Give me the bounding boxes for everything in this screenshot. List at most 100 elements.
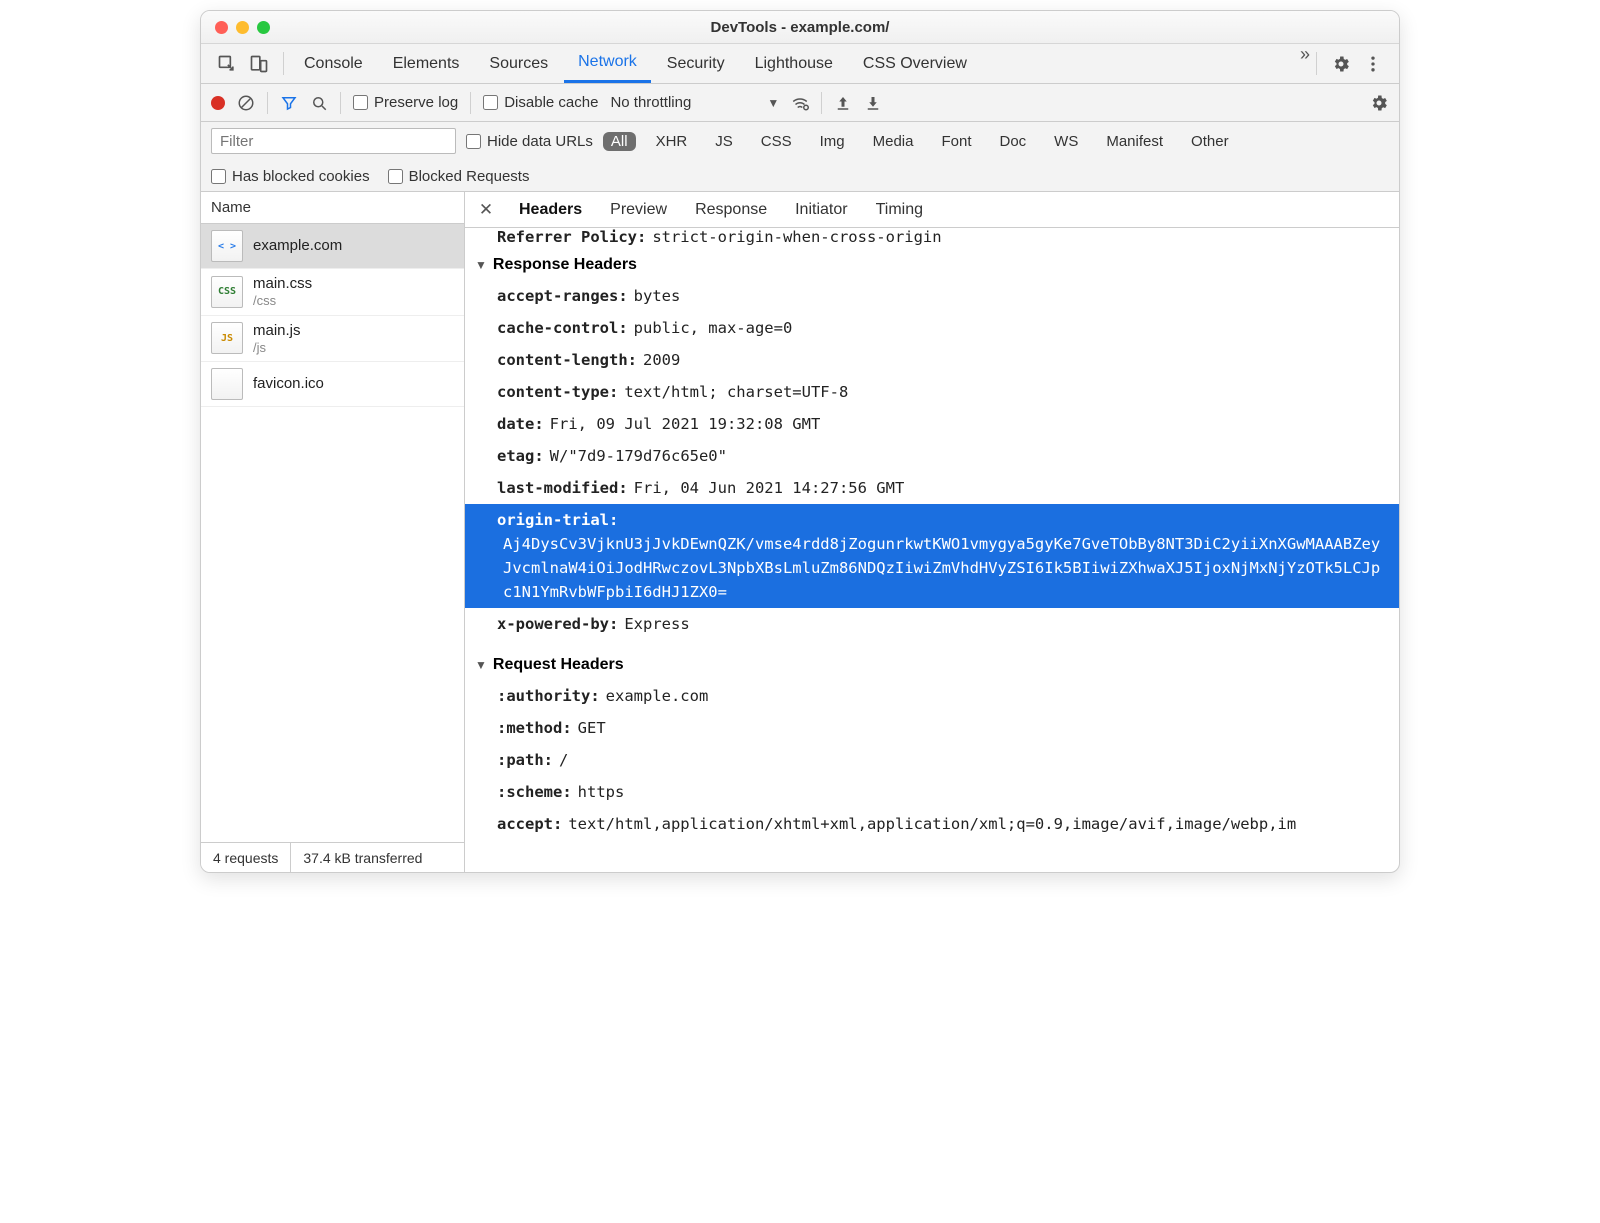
- header-key: :method:: [497, 716, 572, 740]
- settings-gear-icon[interactable]: [1331, 54, 1351, 74]
- record-button[interactable]: [211, 96, 225, 110]
- header-value: /: [559, 748, 568, 772]
- type-filter-manifest[interactable]: Manifest: [1098, 132, 1171, 151]
- devtools-window: DevTools - example.com/ ConsoleElementsS…: [200, 10, 1400, 873]
- header-value: Fri, 04 Jun 2021 14:27:56 GMT: [634, 476, 905, 500]
- header-value: text/html; charset=UTF-8: [624, 380, 848, 404]
- type-filter-js[interactable]: JS: [707, 132, 741, 151]
- panel-tab-css-overview[interactable]: CSS Overview: [849, 44, 981, 83]
- header-value: example.com: [606, 684, 709, 708]
- header-row[interactable]: :path:/: [465, 744, 1399, 776]
- disable-cache-checkbox[interactable]: Disable cache: [483, 94, 598, 111]
- has-blocked-cookies-label: Has blocked cookies: [232, 168, 370, 185]
- request-list: < > example.com CSSmain.css/cssJSmain.js/j…: [201, 224, 464, 842]
- hide-data-urls-checkbox[interactable]: Hide data URLs: [466, 133, 593, 150]
- request-detail-pane: ✕ HeadersPreviewResponseInitiatorTiming …: [465, 192, 1399, 872]
- header-key: content-type:: [497, 380, 618, 404]
- download-har-icon[interactable]: [864, 94, 882, 112]
- detail-tab-preview[interactable]: Preview: [596, 192, 681, 227]
- type-filter-doc[interactable]: Doc: [991, 132, 1034, 151]
- header-row[interactable]: etag:W/"7d9-179d76c65e0": [465, 440, 1399, 472]
- hide-data-urls-label: Hide data URLs: [487, 133, 593, 150]
- request-row[interactable]: JSmain.js/js: [201, 316, 464, 363]
- network-settings-gear-icon[interactable]: [1369, 93, 1389, 113]
- header-row[interactable]: accept:text/html,application/xhtml+xml,a…: [465, 808, 1399, 840]
- header-row: Referrer Policy: strict-origin-when-cros…: [465, 228, 1399, 250]
- window-title: DevTools - example.com/: [201, 19, 1399, 36]
- filter-input[interactable]: [211, 128, 456, 154]
- header-row[interactable]: :method:GET: [465, 712, 1399, 744]
- request-row[interactable]: favicon.ico: [201, 362, 464, 407]
- header-row[interactable]: last-modified:Fri, 04 Jun 2021 14:27:56 …: [465, 472, 1399, 504]
- search-icon[interactable]: [310, 94, 328, 112]
- header-key: etag:: [497, 444, 544, 468]
- device-toolbar-icon[interactable]: [249, 54, 269, 74]
- name-column-header[interactable]: Name: [201, 192, 464, 224]
- blocked-requests-label: Blocked Requests: [409, 168, 530, 185]
- header-row[interactable]: :authority:example.com: [465, 680, 1399, 712]
- close-detail-icon[interactable]: ✕: [469, 192, 503, 227]
- header-row[interactable]: content-length:2009: [465, 344, 1399, 376]
- header-row[interactable]: accept-ranges:bytes: [465, 280, 1399, 312]
- inspect-element-icon[interactable]: [217, 54, 237, 74]
- type-filter-css[interactable]: CSS: [753, 132, 800, 151]
- request-row[interactable]: CSSmain.css/css: [201, 269, 464, 316]
- header-value: W/"7d9-179d76c65e0": [550, 444, 727, 468]
- close-window-button[interactable]: [215, 21, 228, 34]
- filter-funnel-icon[interactable]: [280, 94, 298, 112]
- file-type-icon: CSS: [211, 276, 243, 308]
- panel-tab-console[interactable]: Console: [290, 44, 377, 83]
- panel-tab-elements[interactable]: Elements: [379, 44, 474, 83]
- kebab-menu-icon[interactable]: [1363, 54, 1383, 74]
- header-row[interactable]: :scheme:https: [465, 776, 1399, 808]
- preserve-log-label: Preserve log: [374, 94, 458, 111]
- file-type-icon: < >: [211, 230, 243, 262]
- clear-icon[interactable]: [237, 94, 255, 112]
- has-blocked-cookies-checkbox[interactable]: Has blocked cookies: [211, 168, 370, 185]
- header-row[interactable]: date:Fri, 09 Jul 2021 19:32:08 GMT: [465, 408, 1399, 440]
- minimize-window-button[interactable]: [236, 21, 249, 34]
- throttling-select[interactable]: No throttling ▼: [610, 94, 779, 111]
- header-row[interactable]: cache-control:public, max-age=0: [465, 312, 1399, 344]
- header-row[interactable]: content-type:text/html; charset=UTF-8: [465, 376, 1399, 408]
- panel-tab-security[interactable]: Security: [653, 44, 739, 83]
- request-text: favicon.ico: [253, 375, 324, 393]
- header-key: cache-control:: [497, 316, 628, 340]
- detail-tab-initiator[interactable]: Initiator: [781, 192, 861, 227]
- preserve-log-checkbox[interactable]: Preserve log: [353, 94, 458, 111]
- type-filter-media[interactable]: Media: [865, 132, 922, 151]
- type-filter-ws[interactable]: WS: [1046, 132, 1086, 151]
- type-filter-xhr[interactable]: XHR: [648, 132, 696, 151]
- header-value: Fri, 09 Jul 2021 19:32:08 GMT: [550, 412, 821, 436]
- detail-tab-timing[interactable]: Timing: [862, 192, 937, 227]
- disclosure-triangle-icon: ▼: [475, 658, 487, 672]
- detail-tab-headers[interactable]: Headers: [505, 192, 596, 227]
- header-row[interactable]: x-powered-by:Express: [465, 608, 1399, 640]
- request-headers-section[interactable]: ▼ Request Headers: [465, 650, 1399, 680]
- section-label: Response Headers: [493, 256, 637, 274]
- detail-tab-response[interactable]: Response: [681, 192, 781, 227]
- more-tabs-icon[interactable]: »: [1300, 44, 1310, 83]
- network-conditions-icon[interactable]: [791, 94, 809, 112]
- type-filter-all[interactable]: All: [603, 132, 636, 151]
- panel-tabstrip: ConsoleElementsSourcesNetworkSecurityLig…: [201, 44, 1399, 84]
- request-text: main.js/js: [253, 322, 301, 356]
- type-filter-font[interactable]: Font: [933, 132, 979, 151]
- response-headers-section[interactable]: ▼ Response Headers: [465, 250, 1399, 280]
- network-split-view: Name < > example.com CSSmain.css/cssJSmain…: [201, 192, 1399, 872]
- type-filter-img[interactable]: Img: [812, 132, 853, 151]
- panel-tab-network[interactable]: Network: [564, 44, 651, 83]
- caret-down-icon: ▼: [767, 96, 779, 110]
- upload-har-icon[interactable]: [834, 94, 852, 112]
- maximize-window-button[interactable]: [257, 21, 270, 34]
- panel-tab-sources[interactable]: Sources: [475, 44, 562, 83]
- type-filter-other[interactable]: Other: [1183, 132, 1237, 151]
- header-key: last-modified:: [497, 476, 628, 500]
- panel-tab-lighthouse[interactable]: Lighthouse: [741, 44, 847, 83]
- header-value: strict-origin-when-cross-origin: [652, 228, 941, 246]
- blocked-requests-checkbox[interactable]: Blocked Requests: [388, 168, 530, 185]
- status-bar: 4 requests 37.4 kB transferred: [201, 842, 464, 872]
- header-row[interactable]: origin-trial:Aj4DysCv3VjknU3jJvkDEwnQZK/…: [465, 504, 1399, 608]
- request-text: example.com: [253, 237, 342, 255]
- request-row[interactable]: < > example.com: [201, 224, 464, 269]
